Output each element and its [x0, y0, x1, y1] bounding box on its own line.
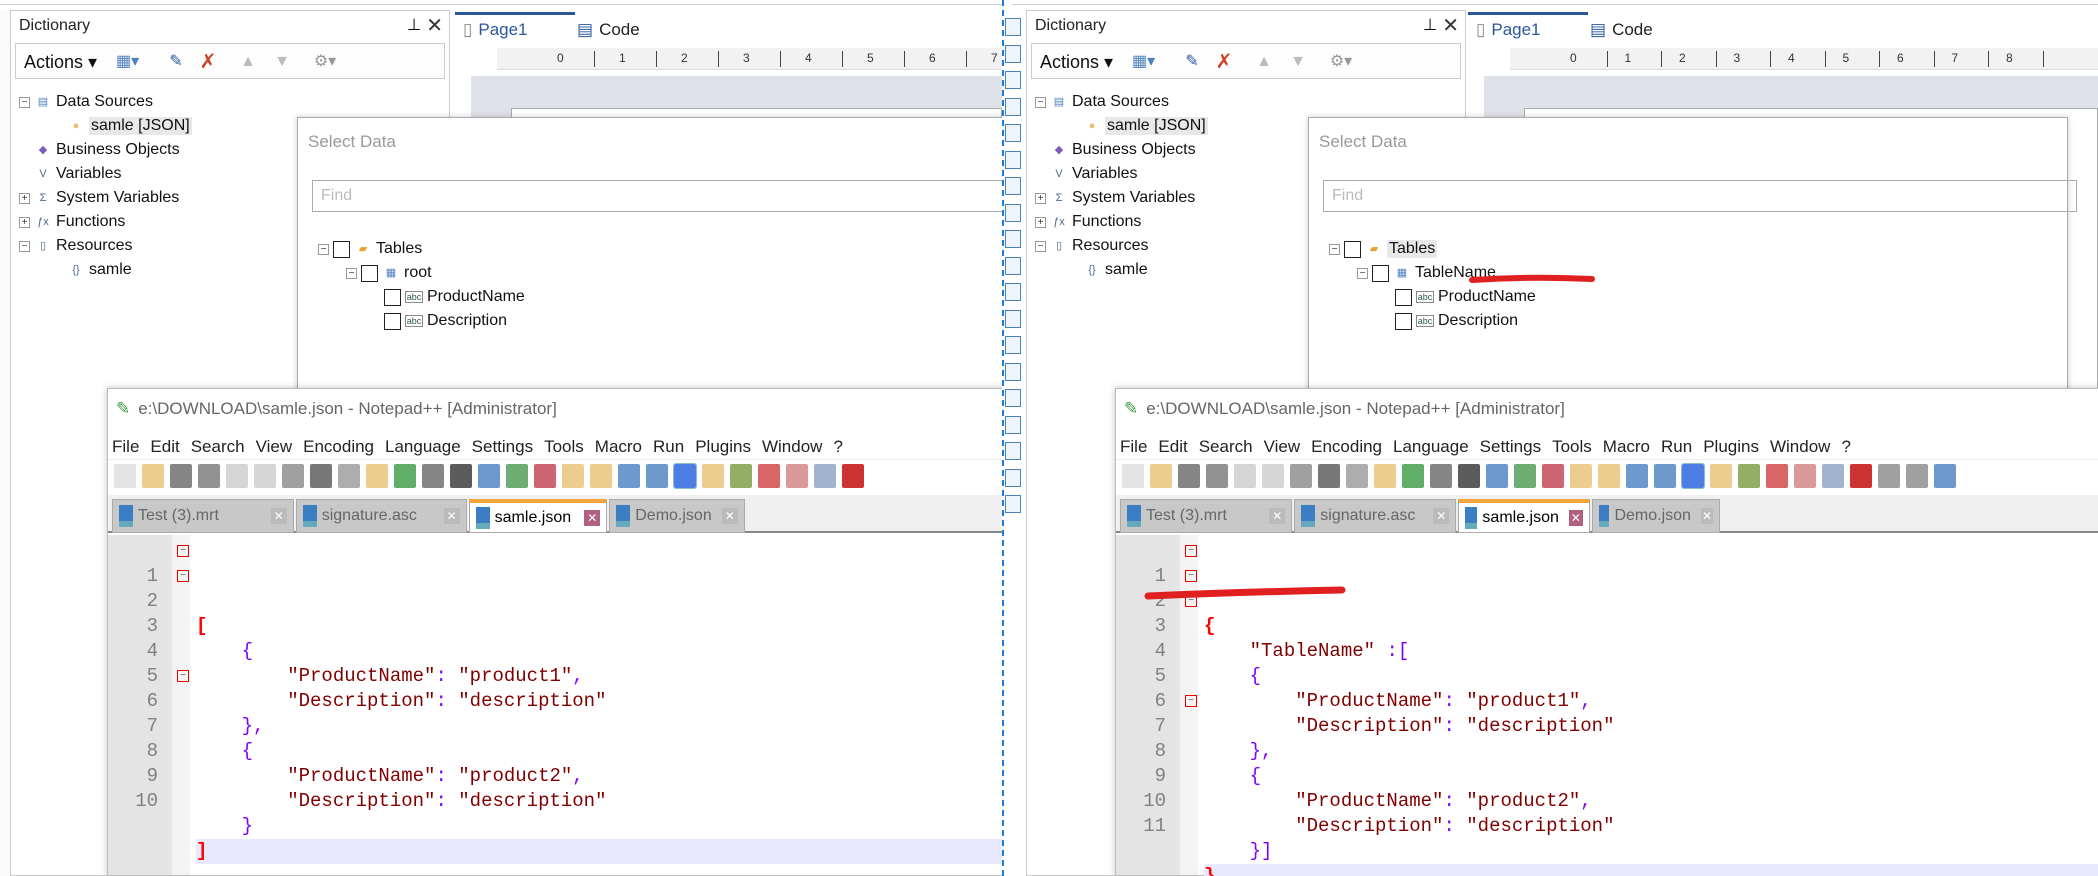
annotation-underline-tablename [1469, 274, 1595, 283]
annotation-layer [1144, 274, 1595, 600]
annotation-underline-code [1144, 586, 1346, 600]
